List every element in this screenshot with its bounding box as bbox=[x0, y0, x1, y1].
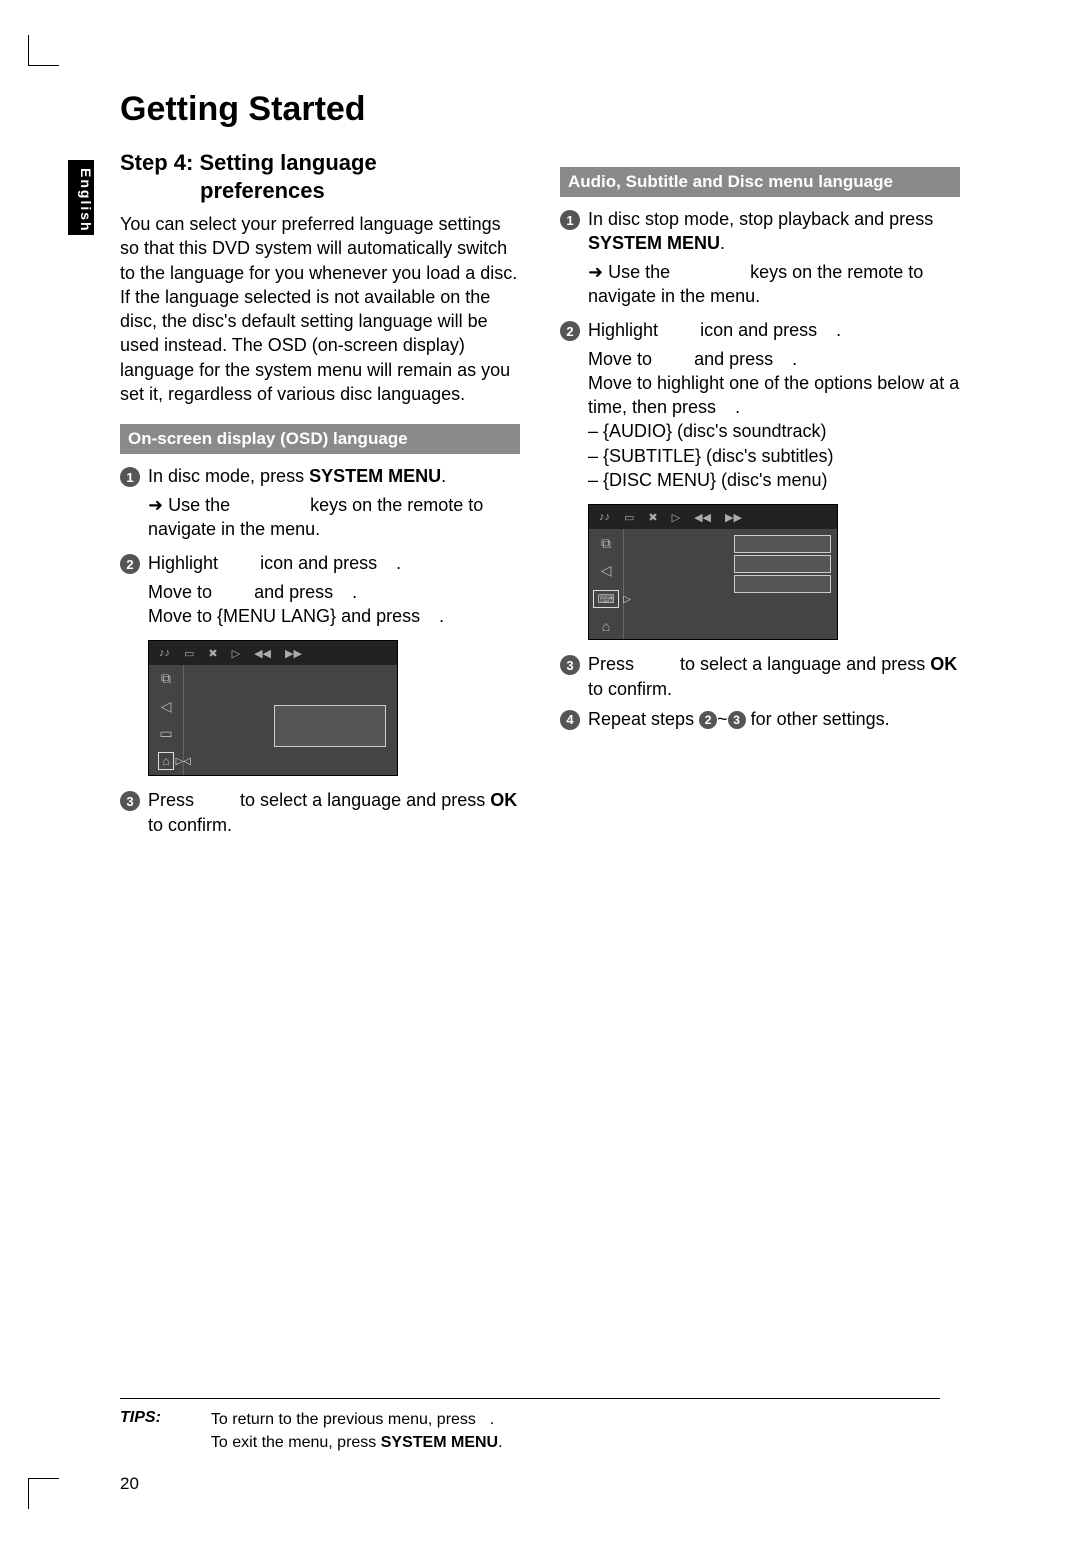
step-num-3-icon: 3 bbox=[120, 791, 140, 811]
osd-top-icon: ▷ bbox=[672, 511, 680, 524]
right-step3: Press to select a language and press OK … bbox=[588, 652, 960, 701]
section-title: Getting Started bbox=[120, 90, 1020, 129]
tips-text: To return to the previous menu, press. T… bbox=[211, 1409, 503, 1454]
tips-label: TIPS: bbox=[120, 1409, 161, 1454]
audio-subheading: Audio, Subtitle and Disc menu language bbox=[560, 167, 960, 197]
osd-top-icon: ▭ bbox=[624, 511, 634, 524]
osd-top-icon: ✖ bbox=[208, 647, 217, 660]
right-opt3: – {DISC MENU} (disc's menu) bbox=[588, 468, 960, 492]
osd-top-icon: ▶▶ bbox=[285, 647, 302, 660]
tips-box: TIPS: To return to the previous menu, pr… bbox=[120, 1398, 940, 1454]
osd-top-icon: ▷ bbox=[232, 647, 240, 660]
left-column: Step 4: Setting language preferences You… bbox=[120, 149, 520, 841]
osd-side-selected-icon: ⌨ bbox=[593, 590, 618, 608]
step-num-4-icon: 4 bbox=[560, 710, 580, 730]
left-step1-sub: ➜ Use the keys on the remote to navigate… bbox=[148, 493, 520, 542]
right-opt2: – {SUBTITLE} (disc's subtitles) bbox=[588, 444, 960, 468]
osd-side-icon: ⧉ bbox=[601, 535, 611, 552]
intro-paragraph: You can select your preferred language s… bbox=[120, 212, 520, 406]
step-title: Step 4: Setting language preferences bbox=[120, 149, 520, 204]
osd-top-icon: ✖ bbox=[648, 511, 657, 524]
left-step2-l3: Move to {MENU LANG} and press . bbox=[148, 604, 520, 628]
left-step2-l2: Move to and press . bbox=[148, 580, 520, 604]
osd-side-icon: ◁ bbox=[161, 698, 172, 715]
osd-subheading: On-screen display (OSD) language bbox=[120, 424, 520, 454]
right-column: Audio, Subtitle and Disc menu language 1… bbox=[560, 149, 960, 841]
left-step3: Press to select a language and press OK … bbox=[148, 788, 520, 837]
right-step2-l3: Move to highlight one of the options bel… bbox=[588, 371, 960, 420]
right-step1: In disc stop mode, stop playback and pre… bbox=[588, 207, 960, 256]
step-num-1-icon: 1 bbox=[560, 210, 580, 230]
step-num-2-icon: 2 bbox=[120, 554, 140, 574]
osd-top-icon: ◀◀ bbox=[254, 647, 271, 660]
left-step1: In disc mode, press SYSTEM MENU. bbox=[148, 464, 520, 488]
osd-top-icon: ▭ bbox=[184, 647, 194, 660]
page-number: 20 bbox=[120, 1474, 139, 1494]
osd-figure-left: ♪♪ ▭ ✖ ▷ ◀◀ ▶▶ ⧉ ◁ ▭ ⌂ ▷◁ bbox=[148, 640, 398, 776]
right-step1-sub: ➜ Use the keys on the remote to navigate… bbox=[588, 260, 960, 309]
osd-side-icon: ⌂ bbox=[602, 618, 610, 634]
osd-top-icon: ▶▶ bbox=[725, 511, 742, 524]
osd-side-selected-icon: ⌂ bbox=[158, 752, 173, 770]
inline-step-3-icon: 3 bbox=[728, 711, 746, 729]
step-title-line1: Step 4: Setting language bbox=[120, 150, 377, 175]
inline-step-2-icon: 2 bbox=[699, 711, 717, 729]
right-step4: Repeat steps 2~3 for other settings. bbox=[588, 707, 960, 731]
right-step2: Highlight icon and press . bbox=[588, 318, 960, 342]
step-title-line2: preferences bbox=[120, 177, 325, 205]
right-step2-l2: Move to and press . bbox=[588, 347, 960, 371]
step-num-1-icon: 1 bbox=[120, 467, 140, 487]
osd-side-icon: ▭ bbox=[159, 725, 172, 742]
step-num-3-icon: 3 bbox=[560, 655, 580, 675]
osd-top-icon: ♪♪ bbox=[599, 511, 610, 523]
osd-top-icon: ◀◀ bbox=[694, 511, 711, 524]
osd-figure-right: ♪♪ ▭ ✖ ▷ ◀◀ ▶▶ ⧉ ◁ ⌨ ⌂ ▷ bbox=[588, 504, 838, 640]
right-opt1: – {AUDIO} (disc's soundtrack) bbox=[588, 419, 960, 443]
osd-side-icon: ◁ bbox=[601, 562, 612, 579]
osd-top-icon: ♪♪ bbox=[159, 647, 170, 659]
left-step2: Highlight icon and press . bbox=[148, 551, 520, 575]
step-num-2-icon: 2 bbox=[560, 321, 580, 341]
osd-side-icon: ⧉ bbox=[161, 670, 171, 687]
